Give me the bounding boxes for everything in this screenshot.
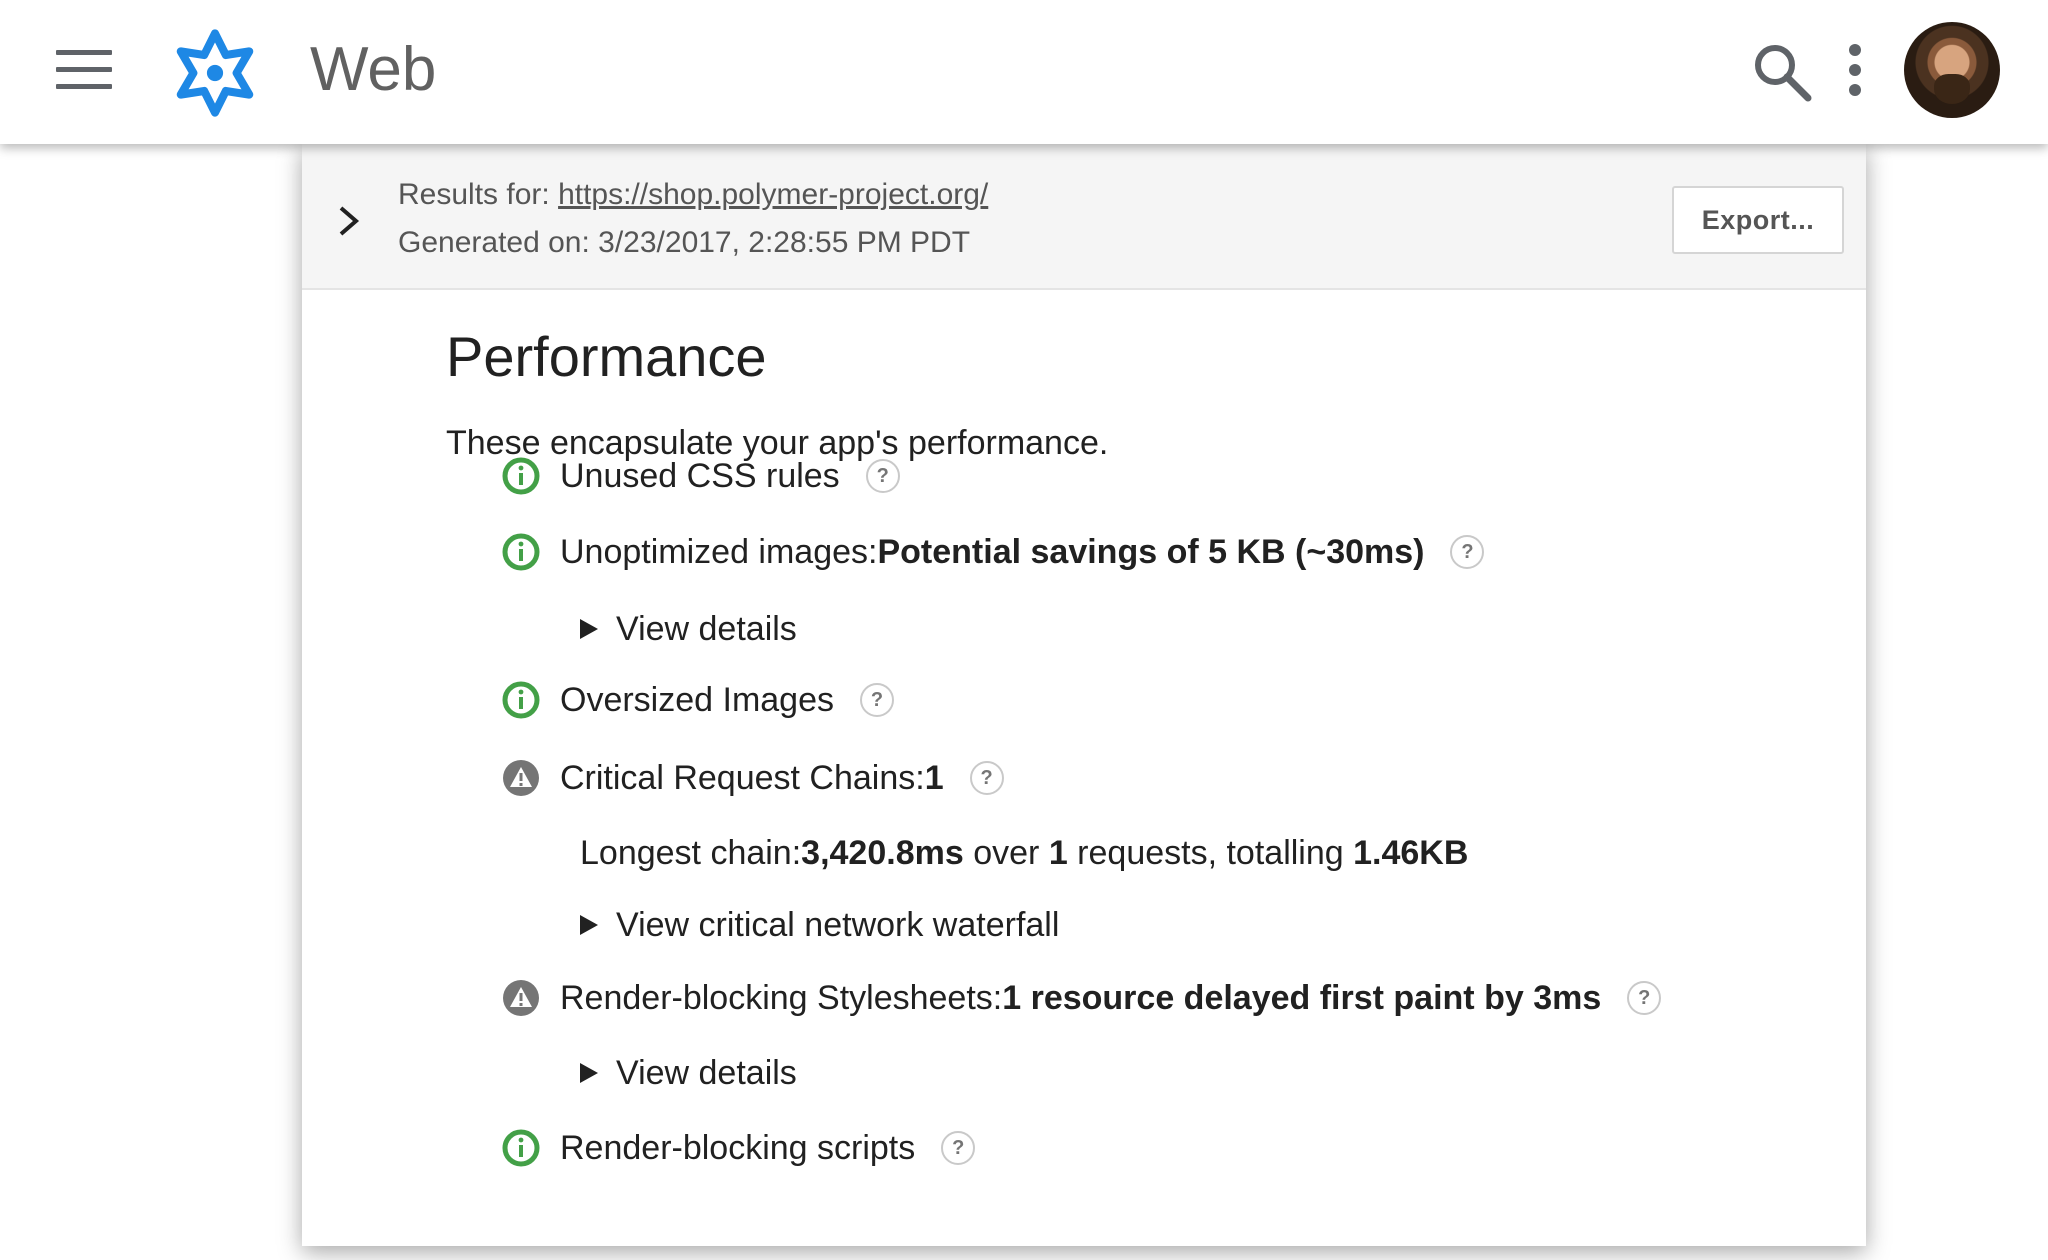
triangle-right-icon	[580, 915, 598, 935]
avatar[interactable]	[1904, 22, 2000, 118]
audit-label: Critical Request Chains:	[560, 758, 925, 797]
view-waterfall-toggle[interactable]: View critical network waterfall	[580, 902, 1059, 948]
generated-label: Generated on:	[398, 226, 590, 259]
longest-chain-summary: Longest chain: 3,420.8ms over 1 requests…	[580, 830, 1468, 876]
triangle-right-icon	[580, 1063, 598, 1083]
audit-label: Oversized Images	[560, 680, 834, 719]
report-card: Results for: https://shop.polymer-projec…	[302, 144, 1866, 1246]
audit-value: 1	[924, 758, 944, 797]
help-icon[interactable]: ?	[865, 459, 900, 493]
report-header: Results for: https://shop.polymer-projec…	[302, 144, 1866, 290]
total-size: 1.46KB	[1353, 833, 1469, 872]
help-icon[interactable]: ?	[1627, 981, 1662, 1015]
help-icon[interactable]: ?	[941, 1131, 976, 1165]
view-details-toggle[interactable]: View details	[580, 606, 797, 652]
app-title: Web	[310, 35, 437, 104]
warning-icon	[503, 760, 539, 796]
pass-info-icon	[502, 533, 540, 571]
audit-label: Unoptimized images:	[560, 532, 878, 571]
audit-row: Unoptimized images: Potential savings of…	[502, 528, 1485, 576]
audit-label: Unused CSS rules	[560, 456, 840, 495]
generated-value: 3/23/2017, 2:28:55 PM PDT	[598, 226, 971, 259]
view-details-label: View details	[616, 609, 797, 648]
audit-row: Oversized Images ?	[502, 676, 894, 724]
help-icon[interactable]: ?	[969, 761, 1004, 795]
audit-label: Render-blocking scripts	[560, 1128, 916, 1167]
export-button[interactable]: Export...	[1672, 186, 1844, 254]
search-icon[interactable]	[1750, 40, 1814, 104]
audit-row: Render-blocking Stylesheets: 1 resource …	[502, 974, 1662, 1022]
pass-info-icon	[502, 681, 540, 719]
pass-info-icon	[502, 457, 540, 495]
results-label: Results for:	[398, 178, 550, 211]
results-url-link[interactable]: https://shop.polymer-project.org/	[558, 178, 988, 211]
audit-value: 1 resource delayed first paint by 3ms	[1002, 978, 1602, 1017]
warning-icon	[503, 980, 539, 1016]
help-icon[interactable]: ?	[1450, 535, 1485, 569]
generated-on-line: Generated on: 3/23/2017, 2:28:55 PM PDT	[398, 226, 970, 260]
app-bar: Web	[0, 0, 2048, 144]
view-waterfall-label: View critical network waterfall	[616, 905, 1060, 944]
more-vert-icon[interactable]	[1840, 44, 1870, 100]
audit-row: Render-blocking scripts ?	[502, 1124, 976, 1172]
audit-row: Unused CSS rules ?	[502, 452, 900, 500]
view-details-toggle[interactable]: View details	[580, 1050, 797, 1096]
over-text: over	[963, 833, 1049, 872]
chevron-right-icon[interactable]	[336, 204, 362, 238]
results-for-line: Results for: https://shop.polymer-projec…	[398, 178, 988, 212]
help-icon[interactable]: ?	[860, 683, 894, 717]
audit-value: Potential savings of 5 KB (~30ms)	[877, 532, 1425, 571]
audit-row: Critical Request Chains: 1 ?	[502, 754, 1004, 802]
audit-label: Render-blocking Stylesheets:	[560, 978, 1003, 1017]
pass-info-icon	[502, 1129, 540, 1167]
requests-totalling-text: requests, totalling	[1067, 833, 1354, 872]
longest-chain-prefix: Longest chain:	[580, 833, 802, 872]
longest-chain-ms: 3,420.8ms	[801, 833, 964, 872]
requests-count: 1	[1048, 833, 1068, 872]
menu-icon[interactable]	[56, 50, 112, 90]
view-details-label: View details	[616, 1053, 797, 1092]
section-title: Performance	[446, 325, 767, 388]
triangle-right-icon	[580, 619, 598, 639]
logo-icon[interactable]	[170, 28, 260, 118]
